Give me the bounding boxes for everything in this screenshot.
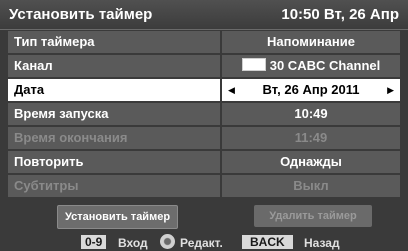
- row-value[interactable]: Однажды: [222, 151, 400, 173]
- delete-timer-button: Удалить таймер: [254, 205, 372, 227]
- header-bar: Установить таймер 10:50 Вт, 26 Апр: [0, 0, 408, 30]
- back-hint: Назад: [304, 236, 340, 250]
- page-title: Установить таймер: [9, 6, 153, 23]
- row-subtitles: Субтитры Выкл: [8, 175, 400, 197]
- channel-logo-icon: [241, 58, 266, 71]
- row-label: Время окончания: [8, 127, 220, 149]
- row-label: Канал: [8, 55, 220, 77]
- row-start-time[interactable]: Время запуска 10:49: [8, 103, 400, 125]
- arrow-right-icon[interactable]: ▶: [387, 79, 394, 101]
- row-label: Субтитры: [8, 175, 220, 197]
- arrow-left-icon[interactable]: ◀: [228, 79, 235, 101]
- row-date[interactable]: Дата ◀ Вт, 26 Апр 2011 ▶: [8, 79, 400, 101]
- edit-hint: Редакт.: [180, 236, 223, 250]
- set-timer-button[interactable]: Установить таймер: [57, 205, 178, 229]
- dpad-icon: [160, 234, 175, 249]
- digits-hint: Вход: [118, 236, 148, 250]
- channel-name: 30 CABC Channel: [269, 58, 381, 73]
- row-value: 11:49: [222, 127, 400, 149]
- date-value: Вт, 26 Апр 2011: [262, 82, 360, 97]
- row-value-channel[interactable]: 30 CABC Channel: [222, 55, 400, 77]
- row-label: Дата: [8, 79, 220, 101]
- row-label: Время запуска: [8, 103, 220, 125]
- row-label: Тип таймера: [8, 31, 220, 53]
- row-end-time: Время окончания 11:49: [8, 127, 400, 149]
- footer-hints: 0-9 Вход Редакт. BACK Назад: [0, 231, 408, 251]
- row-value[interactable]: Напоминание: [222, 31, 400, 53]
- row-value-date[interactable]: ◀ Вт, 26 Апр 2011 ▶: [222, 79, 400, 101]
- row-timer-type[interactable]: Тип таймера Напоминание: [8, 31, 400, 53]
- clock-display: 10:50 Вт, 26 Апр: [281, 6, 399, 23]
- timer-setup-screen: Установить таймер 10:50 Вт, 26 Апр Тип т…: [0, 0, 408, 251]
- row-channel[interactable]: Канал 30 CABC Channel: [8, 55, 400, 77]
- digits-key: 0-9: [81, 235, 107, 249]
- row-value[interactable]: 10:49: [222, 103, 400, 125]
- settings-list: Тип таймера Напоминание Канал 30 CABC Ch…: [8, 31, 400, 199]
- back-key: BACK: [242, 235, 293, 249]
- row-value: Выкл: [222, 175, 400, 197]
- row-label: Повторить: [8, 151, 220, 173]
- row-repeat[interactable]: Повторить Однажды: [8, 151, 400, 173]
